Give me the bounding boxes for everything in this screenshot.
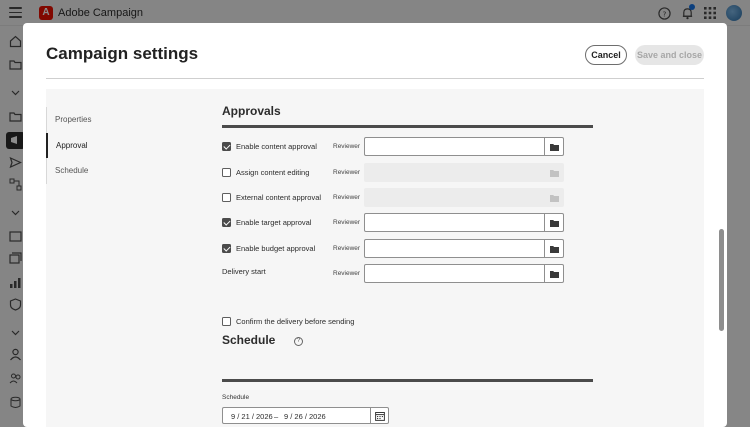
calendar-icon bbox=[374, 411, 385, 421]
external-approval-reviewer-input bbox=[364, 188, 545, 207]
calendar-button[interactable] bbox=[371, 407, 389, 424]
schedule-field-label: Schedule bbox=[222, 394, 250, 401]
date-range-separator: – bbox=[274, 412, 279, 421]
schedule-title-bar bbox=[222, 379, 593, 382]
info-icon[interactable]: ? bbox=[294, 337, 303, 346]
save-and-close-button[interactable]: Save and close bbox=[635, 45, 704, 65]
target-approval-reviewer-picker[interactable] bbox=[545, 213, 564, 232]
reviewer-label: Reviewer bbox=[333, 142, 361, 150]
schedule-title: Schedule bbox=[222, 333, 276, 347]
cancel-button[interactable]: Cancel bbox=[585, 45, 627, 65]
content-approval-reviewer-picker[interactable] bbox=[545, 137, 564, 156]
external-approval-reviewer-picker bbox=[545, 188, 564, 207]
reviewer-label: Reviewer bbox=[333, 244, 361, 252]
content-approval-reviewer-input[interactable] bbox=[364, 137, 545, 156]
folder-icon bbox=[549, 194, 559, 202]
schedule-date-range-input[interactable]: 9 / 21 / 2026 – 9 / 26 / 2026 bbox=[222, 407, 371, 424]
content-editing-label: Assign content editing bbox=[236, 167, 310, 177]
confirm-delivery-label: Confirm the delivery before sending bbox=[236, 317, 355, 326]
budget-approval-reviewer-picker[interactable] bbox=[545, 239, 564, 258]
approval-row-external: External content approval Reviewer bbox=[222, 188, 602, 207]
folder-icon bbox=[549, 270, 559, 278]
schedule-start-date[interactable]: 9 / 21 / 2026 bbox=[231, 412, 273, 421]
delivery-start-reviewer-input[interactable] bbox=[364, 264, 545, 283]
folder-icon bbox=[549, 143, 559, 151]
target-approval-checkbox[interactable] bbox=[222, 218, 231, 227]
external-approval-checkbox[interactable] bbox=[222, 193, 231, 202]
reviewer-label: Reviewer bbox=[333, 168, 361, 176]
schedule-end-date[interactable]: 9 / 26 / 2026 bbox=[284, 412, 326, 421]
content-scrollbar[interactable] bbox=[719, 229, 724, 331]
dialog-content: Properties Approval Schedule Approvals E… bbox=[46, 89, 724, 427]
folder-icon bbox=[549, 219, 559, 227]
external-approval-label: External content approval bbox=[236, 192, 322, 202]
dialog-title: Campaign settings bbox=[46, 44, 199, 63]
reviewer-label: Reviewer bbox=[333, 269, 361, 277]
folder-icon bbox=[549, 169, 559, 177]
approval-row-editing: Assign content editing Reviewer bbox=[222, 163, 602, 182]
reviewer-label: Reviewer bbox=[333, 193, 361, 201]
folder-icon bbox=[549, 245, 559, 253]
content-approval-label: Enable content approval bbox=[236, 141, 317, 151]
delivery-start-reviewer-picker[interactable] bbox=[545, 264, 564, 283]
budget-approval-reviewer-input[interactable] bbox=[364, 239, 545, 258]
campaign-settings-dialog: Campaign settings Cancel Save and close … bbox=[23, 23, 727, 427]
approvals-title-bar bbox=[222, 125, 593, 128]
approval-row-budget: Enable budget approval Reviewer bbox=[222, 239, 602, 258]
settings-tabs: Properties Approval Schedule bbox=[46, 107, 206, 184]
budget-approval-checkbox[interactable] bbox=[222, 244, 231, 253]
header-divider bbox=[46, 78, 704, 79]
tab-schedule[interactable]: Schedule bbox=[46, 158, 206, 184]
approvals-title: Approvals bbox=[222, 104, 281, 118]
approval-row-content: Enable content approval Reviewer bbox=[222, 137, 602, 156]
approval-row-target: Enable target approval Reviewer bbox=[222, 213, 602, 232]
confirm-delivery-row: Confirm the delivery before sending bbox=[222, 315, 522, 329]
content-editing-reviewer-picker bbox=[545, 163, 564, 182]
content-editing-checkbox[interactable] bbox=[222, 168, 231, 177]
tab-properties[interactable]: Properties bbox=[46, 107, 206, 133]
tab-approval[interactable]: Approval bbox=[46, 132, 206, 158]
budget-approval-label: Enable budget approval bbox=[236, 243, 316, 253]
content-editing-reviewer-input bbox=[364, 163, 545, 182]
delivery-start-label: Delivery start bbox=[222, 266, 266, 276]
reviewer-label: Reviewer bbox=[333, 218, 361, 226]
confirm-delivery-checkbox[interactable] bbox=[222, 317, 231, 326]
delivery-start-row: Delivery start Reviewer bbox=[222, 264, 602, 283]
target-approval-label: Enable target approval bbox=[236, 217, 312, 227]
target-approval-reviewer-input[interactable] bbox=[364, 213, 545, 232]
content-approval-checkbox[interactable] bbox=[222, 142, 231, 151]
